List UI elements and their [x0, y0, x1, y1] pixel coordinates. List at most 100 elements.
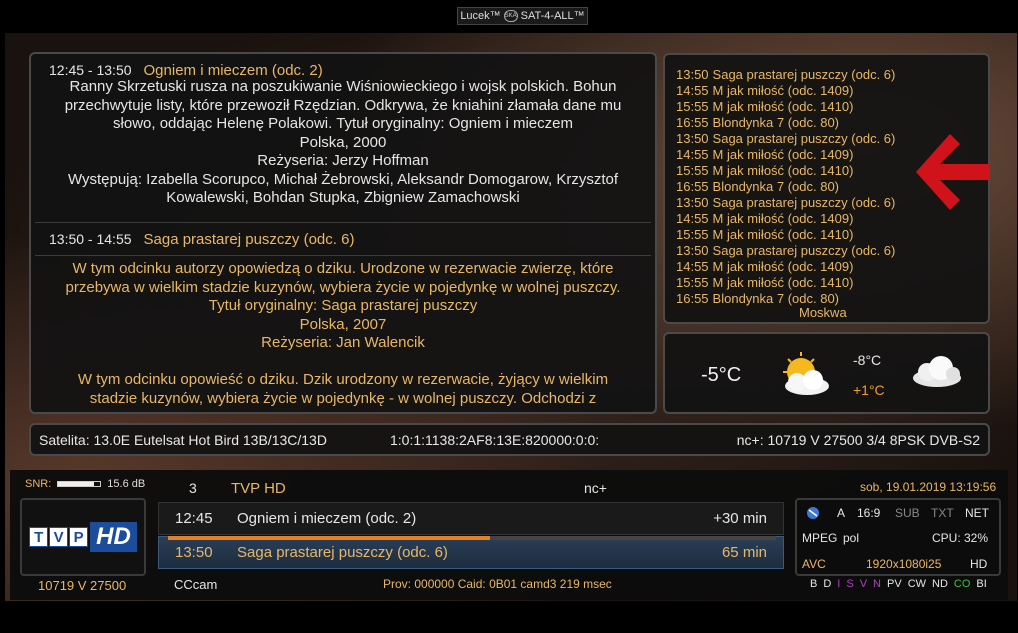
- weather-panel: -5°C -8°C +1°C: [663, 332, 990, 414]
- epg-next-time: 13:50 - 14:55: [49, 231, 132, 247]
- epg-line: W tym odcinku autorzy opowiedzą o dziku.…: [72, 260, 614, 277]
- event-progress-fill: [168, 536, 491, 540]
- logo-letter: V: [49, 527, 69, 547]
- schedule-list-item[interactable]: 13:50 Saga prastarej puszczy (odc. 6): [676, 243, 988, 259]
- status-flags: B D I S V N PV CW ND CO BI: [810, 578, 987, 590]
- schedule-list-item[interactable]: 16:55 Blondynka 7 (odc. 80): [676, 115, 988, 131]
- epg-line: Występują: Izabella Scorupco, Michał Żeb…: [67, 170, 619, 188]
- satellite-dish-icon: [807, 507, 819, 519]
- cloud-icon: [913, 356, 961, 387]
- transponder-value: 10719 V 27500 3/4 8PSK DVB-S2: [767, 431, 980, 448]
- epg-current-description: Ranny Skrzetuski rusza na poszukiwanie W…: [31, 78, 655, 222]
- satellite-info-bar: Satelita: 13.0E Eutelsat Hot Bird 13B/13…: [29, 423, 990, 456]
- sun-cloud-icon: [783, 352, 829, 395]
- epg-line: stadzie kuzynów, wybiera życie w pojedyn…: [89, 389, 597, 407]
- date-time: sob, 19.01.2019 13:19:56: [860, 480, 997, 494]
- schedule-item-title: Blondynka 7 (odc. 80): [712, 291, 840, 306]
- hd-flag: HD: [970, 557, 988, 571]
- schedule-list-item[interactable]: 15:55 M jak miłość (odc. 1410): [676, 227, 988, 243]
- cam-name: CCcam: [174, 577, 218, 592]
- epg-line: słowo, oddając Helenę Polakowi. Tytuł or…: [113, 115, 573, 132]
- schedule-item-title: M jak miłość (odc. 1410): [712, 227, 854, 242]
- flag-d: D: [823, 578, 832, 590]
- schedule-tail: Moskwa: [799, 307, 847, 317]
- audio-flag: A: [837, 506, 846, 520]
- now-event-row[interactable]: 12:45 Ogniem i mieczem (odc. 2) +30 min: [158, 502, 784, 535]
- schedule-item-time: 16:55: [676, 115, 709, 130]
- flag-co: CO: [953, 578, 971, 590]
- snr-value: 15.6 dB: [107, 478, 146, 490]
- schedule-item-title: Saga prastarej puszczy (odc. 6): [712, 243, 896, 258]
- flag-s: S: [846, 578, 854, 590]
- video-codec: AVC: [802, 557, 826, 571]
- schedule-item-time: 14:55: [676, 147, 709, 162]
- next-event-row[interactable]: 13:50 Saga prastarej puszczy (odc. 6) 65…: [158, 536, 784, 569]
- channel-number: 3: [189, 480, 197, 496]
- satellite-label: Satelita:: [39, 431, 90, 448]
- network-label: SAT-4-ALL™: [520, 10, 585, 22]
- schedule-item-title: M jak miłość (odc. 1409): [712, 83, 854, 98]
- epg-line: przebywa w wielkim stadzie kuzynów, wybi…: [65, 278, 621, 296]
- snr-bar: [57, 481, 102, 487]
- schedule-item-title: Saga prastarej puszczy (odc. 6): [712, 67, 896, 82]
- schedule-item-title: Blondynka 7 (odc. 80): [712, 115, 840, 130]
- channel-logo: T V P HD: [29, 522, 137, 552]
- channel-logo-box: T V P HD: [20, 498, 146, 576]
- flag-i: I: [837, 578, 841, 590]
- channel-name: TVP HD: [231, 480, 286, 497]
- cam-info: Prov: 000000 Caid: 0B01 camd3 219 msec: [383, 577, 612, 591]
- schedule-item-title: M jak miłość (odc. 1409): [712, 147, 854, 162]
- epg-line: [41, 353, 645, 372]
- epg-description-panel: 12:45 - 13:50 Ogniem i mieczem (odc. 2) …: [29, 52, 657, 414]
- schedule-item-time: 13:50: [676, 195, 709, 210]
- schedule-item-time: 14:55: [676, 211, 709, 226]
- next-title: Saga prastarej puszczy (odc. 6): [237, 544, 448, 561]
- service-reference: 1:0:1:1138:2AF8:13E:820000:0:0:: [390, 431, 600, 448]
- epg-line: Kowalewski, Bohdan Stupka, Zbigniew Zama…: [166, 189, 520, 206]
- infobar: SNR: 15.6 dB T V P HD 10719 V 27500 3 TV…: [10, 470, 1008, 600]
- schedule-item-time: 14:55: [676, 83, 709, 98]
- schedule-item-title: M jak miłość (odc. 1410): [712, 163, 854, 178]
- schedule-list-item[interactable]: 15:55 M jak miłość (odc. 1410): [676, 275, 988, 291]
- schedule-item-time: 13:50: [676, 67, 709, 82]
- schedule-list-item[interactable]: 15:55 M jak miłość (odc. 1410): [676, 99, 988, 115]
- now-time: 12:45: [175, 510, 213, 527]
- next-duration: 65 min: [721, 544, 767, 561]
- transponder-label: nc+:: [736, 431, 764, 448]
- schedule-item-time: 15:55: [676, 163, 709, 178]
- satellite-name: 13.0E Eutelsat Hot Bird 13B/13C/13D: [93, 431, 327, 448]
- schedule-list-item[interactable]: 14:55 M jak miłość (odc. 1409): [676, 259, 988, 275]
- schedule-list-item[interactable]: 16:55 Blondynka 7 (odc. 80): [676, 291, 988, 307]
- schedule-item-time: 16:55: [676, 291, 709, 306]
- epg-next-description: W tym odcinku autorzy opowiedzą o dziku.…: [31, 256, 655, 408]
- schedule-item-title: Saga prastarej puszczy (odc. 6): [712, 195, 896, 210]
- epg-line: Ranny Skrzetuski rusza na poszukiwanie W…: [69, 78, 617, 95]
- weather-low-temp: +1°C: [853, 382, 885, 398]
- logo-letter: T: [29, 527, 49, 547]
- epg-next-header: 13:50 - 14:55 Saga prastarej puszczy (od…: [31, 223, 655, 255]
- tech-info-box: A 16:9 SUB TXT NET MPEG pol CPU: 32% AVC…: [795, 498, 1001, 576]
- epg-line: Reżyseria: Jan Walencik: [261, 334, 425, 351]
- now-remaining: +30 min: [713, 510, 767, 527]
- flag-n: N: [873, 578, 881, 590]
- logo-hd: HD: [90, 522, 137, 552]
- epg-line: W tym odcinku opowieść o dziku. Dzik uro…: [77, 371, 609, 388]
- schedule-list-item[interactable]: 14:55 M jak miłość (odc. 1409): [676, 83, 988, 99]
- schedule-item-time: 14:55: [676, 259, 709, 274]
- schedule-item-time: 16:55: [676, 179, 709, 194]
- red-arrow-icon: [916, 134, 990, 210]
- schedule-item-title: M jak miłość (odc. 1410): [712, 99, 854, 114]
- schedule-item-title: Blondynka 7 (odc. 80): [712, 179, 840, 194]
- flag-bi: BI: [976, 578, 987, 590]
- snr-label: SNR:: [25, 478, 52, 490]
- snr-meter: SNR: 15.6 dB: [25, 478, 145, 490]
- window-title: Lucek™ SKA SAT-4-ALL™: [457, 7, 588, 25]
- snr-bar-fill: [58, 482, 94, 486]
- epg-line: Polska, 2007: [299, 315, 387, 333]
- badge-icon: SKA: [503, 10, 518, 22]
- satellite-info: Satelita: 13.0E Eutelsat Hot Bird 13B/13…: [39, 432, 390, 448]
- sub-flag: SUB: [895, 506, 920, 520]
- flag-pv: PV: [887, 578, 902, 590]
- flag-v: V: [859, 578, 868, 590]
- schedule-list-item[interactable]: 13:50 Saga prastarej puszczy (odc. 6): [676, 67, 988, 83]
